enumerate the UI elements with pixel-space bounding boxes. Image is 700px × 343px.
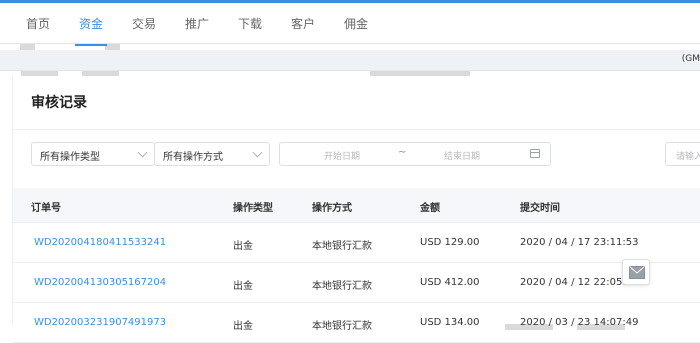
operation-method-cell: 本地银行汇款 bbox=[312, 321, 372, 332]
table-row: WD202004180411533241 出金 本地银行汇款 USD 129.0… bbox=[13, 222, 700, 263]
timezone-bar: (GM bbox=[0, 50, 700, 71]
calendar-icon[interactable] bbox=[530, 149, 540, 158]
column-header-method: 操作方式 bbox=[312, 203, 352, 214]
operation-method-cell: 本地银行汇款 bbox=[312, 241, 372, 252]
table-row: WD202004130305167204 出金 本地银行汇款 USD 412.0… bbox=[13, 262, 700, 303]
date-separator: ~ bbox=[398, 147, 407, 158]
table-row: WD202003231907491973 出金 本地银行汇款 USD 134.0… bbox=[13, 302, 700, 343]
mail-icon bbox=[629, 266, 645, 279]
timezone-text: (GM bbox=[681, 54, 700, 64]
operation-type-select[interactable]: 所有操作类型 bbox=[31, 142, 155, 166]
operation-method-cell: 本地银行汇款 bbox=[312, 281, 372, 292]
order-number-link[interactable]: WD202004180411533241 bbox=[34, 237, 166, 248]
order-number-link[interactable]: WD202004130305167204 bbox=[34, 277, 166, 288]
amount-cell: USD 134.00 bbox=[420, 317, 480, 328]
amount-cell: USD 129.00 bbox=[420, 237, 480, 248]
nav-item-funds[interactable]: 资金 bbox=[74, 15, 108, 46]
operation-type-cell: 出金 bbox=[233, 281, 253, 292]
divider bbox=[13, 129, 700, 130]
nav-item-trade[interactable]: 交易 bbox=[132, 15, 156, 45]
operation-type-cell: 出金 bbox=[233, 321, 253, 332]
search-input[interactable]: 请输入 bbox=[665, 142, 700, 166]
order-number-link[interactable]: WD202003231907491973 bbox=[34, 317, 166, 328]
nav-item-clients[interactable]: 客户 bbox=[291, 15, 315, 45]
nav-item-home[interactable]: 首页 bbox=[26, 15, 50, 45]
column-header-time: 提交时间 bbox=[520, 203, 560, 214]
date-range-picker[interactable]: 开始日期 ~ 结束日期 bbox=[279, 142, 551, 166]
submit-time-cell: 2020 / 03 / 23 14:07:49 bbox=[520, 317, 639, 328]
nav-item-download[interactable]: 下载 bbox=[238, 15, 262, 45]
end-date-input[interactable]: 结束日期 bbox=[444, 149, 480, 162]
submit-time-cell: 2020 / 04 / 17 23:11:53 bbox=[520, 237, 639, 248]
nav-item-commission[interactable]: 佣金 bbox=[344, 15, 368, 45]
chevron-down-icon bbox=[137, 147, 148, 158]
column-header-order: 订单号 bbox=[31, 203, 61, 214]
table-header: 订单号 操作类型 操作方式 金额 提交时间 bbox=[13, 188, 700, 223]
operation-type-value: 所有操作类型 bbox=[40, 152, 100, 163]
chevron-down-icon bbox=[252, 147, 263, 158]
operation-method-select[interactable]: 所有操作方式 bbox=[154, 142, 270, 166]
mail-button[interactable] bbox=[622, 259, 650, 285]
amount-cell: USD 412.00 bbox=[420, 277, 480, 288]
column-header-amount: 金额 bbox=[420, 203, 440, 214]
operation-type-cell: 出金 bbox=[233, 241, 253, 252]
submit-time-cell: 2020 / 04 / 12 22:05:16 bbox=[520, 277, 639, 288]
page-title: 审核记录 bbox=[31, 95, 87, 111]
column-header-type: 操作类型 bbox=[233, 203, 273, 214]
start-date-input[interactable]: 开始日期 bbox=[324, 149, 360, 162]
nav-item-promotion[interactable]: 推广 bbox=[185, 15, 209, 45]
audit-records-card: 审核记录 所有操作类型 所有操作方式 开始日期 ~ 结束日期 请输入 订单号 操… bbox=[12, 76, 700, 343]
top-navigation: 首页 资金 交易 推广 下载 客户 佣金 bbox=[0, 0, 700, 46]
operation-method-value: 所有操作方式 bbox=[163, 152, 223, 163]
